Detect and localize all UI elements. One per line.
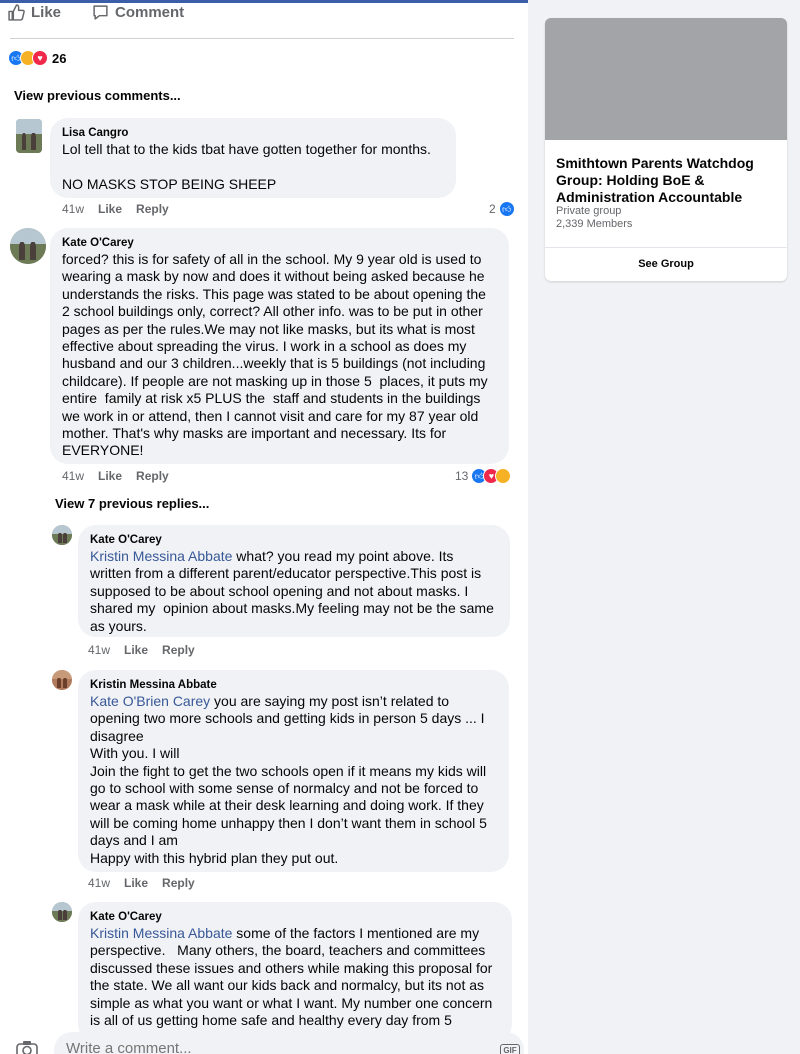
- thumbs-up-icon: [8, 4, 25, 21]
- top-border: [0, 0, 528, 3]
- comment-like-link[interactable]: Like: [98, 469, 122, 483]
- reply-author[interactable]: Kristin Messina Abbate: [90, 678, 497, 692]
- reply-like-link[interactable]: Like: [124, 643, 148, 657]
- post-feed: Like Comment 👍︎ ♥ 26 View previous comme…: [0, 0, 528, 1054]
- avatar[interactable]: [52, 525, 72, 545]
- like-reaction-icon: 👍︎: [498, 201, 515, 217]
- reply-text: Kristin Messina Abbate some of the facto…: [90, 925, 500, 1029]
- reply-author[interactable]: Kate O'Carey: [90, 533, 498, 547]
- comment-time[interactable]: 41w: [62, 469, 84, 483]
- comment-time[interactable]: 41w: [62, 202, 84, 216]
- comment-reaction-count[interactable]: 13 👍︎ ♥: [455, 468, 512, 484]
- reply-meta: 41w Like Reply: [88, 643, 209, 657]
- avatar[interactable]: [10, 228, 46, 264]
- like-label: Like: [31, 4, 62, 21]
- comment-bubble: Kate O'Carey forced? this is for safety …: [50, 228, 509, 464]
- comment-composer: GIF: [10, 1030, 524, 1054]
- comment-icon: [93, 5, 108, 20]
- reply-meta: 41w Like Reply: [88, 876, 209, 890]
- comment-text: Lol tell that to the kids tbat have gott…: [62, 141, 431, 192]
- reaction-count: 26: [52, 50, 67, 66]
- reply-author[interactable]: Kate O'Carey: [90, 910, 500, 924]
- gif-icon[interactable]: GIF: [500, 1044, 520, 1054]
- mention-link[interactable]: Kristin Messina Abbate: [90, 548, 232, 564]
- reply-bubble: Kate O'Carey Kristin Messina Abbate what…: [78, 525, 510, 637]
- comment-label: Comment: [115, 4, 185, 21]
- comment-bubble: Lisa Cangro Lol tell that to the kids tb…: [50, 118, 456, 198]
- comment-author[interactable]: Kate O'Carey: [62, 236, 497, 250]
- avatar[interactable]: [52, 670, 72, 690]
- reply-time[interactable]: 41w: [88, 643, 110, 657]
- group-card: Smithtown Parents Watchdog Group: Holdin…: [545, 18, 787, 281]
- comment-reaction-count[interactable]: 2 👍︎: [489, 201, 515, 217]
- reply-body: you are saying my post isn’t related to …: [90, 693, 487, 866]
- haha-reaction-icon: [495, 468, 512, 484]
- comment-input-container: GIF: [54, 1032, 524, 1054]
- comment-like-link[interactable]: Like: [98, 202, 122, 216]
- comment-meta: 41w Like Reply: [62, 202, 183, 216]
- love-reaction-icon: ♥: [32, 50, 48, 66]
- reply-reply-link[interactable]: Reply: [162, 876, 195, 890]
- comment-author[interactable]: Lisa Cangro: [62, 126, 444, 140]
- reaction-summary[interactable]: 👍︎ ♥ 26: [8, 50, 66, 66]
- comment-reaction-number: 2: [489, 202, 496, 216]
- comment-reply-link[interactable]: Reply: [136, 469, 169, 483]
- group-member-count: 2,339 Members: [556, 218, 633, 230]
- divider: [10, 38, 514, 39]
- comment-text: forced? this is for safety of all in the…: [62, 251, 492, 459]
- reply-text: Kristin Messina Abbate what? you read my…: [90, 548, 498, 635]
- reply-bubble: Kristin Messina Abbate Kate O'Brien Care…: [78, 670, 509, 872]
- comment-button[interactable]: Comment: [92, 4, 184, 21]
- view-previous-replies-link[interactable]: View 7 previous replies...: [55, 496, 209, 511]
- comment-meta: 41w Like Reply: [62, 469, 183, 483]
- mention-link[interactable]: Kristin Messina Abbate: [90, 925, 232, 941]
- camera-icon[interactable]: [16, 1040, 38, 1054]
- comment-input[interactable]: [66, 1040, 446, 1054]
- reply-time[interactable]: 41w: [88, 876, 110, 890]
- reply-bubble: Kate O'Carey Kristin Messina Abbate some…: [78, 902, 512, 1042]
- see-group-button[interactable]: See Group: [545, 248, 787, 281]
- reply-like-link[interactable]: Like: [124, 876, 148, 890]
- like-button[interactable]: Like: [8, 4, 61, 21]
- reply-reply-link[interactable]: Reply: [162, 643, 195, 657]
- comment-reply-link[interactable]: Reply: [136, 202, 169, 216]
- group-name[interactable]: Smithtown Parents Watchdog Group: Holdin…: [556, 155, 780, 206]
- comment-reaction-number: 13: [455, 469, 469, 483]
- avatar[interactable]: [16, 119, 42, 153]
- reply-text: Kate O'Brien Carey you are saying my pos…: [90, 693, 497, 867]
- group-cover-image[interactable]: [545, 18, 787, 140]
- avatar[interactable]: [52, 902, 72, 922]
- view-previous-comments-link[interactable]: View previous comments...: [14, 88, 181, 103]
- group-privacy: Private group: [556, 205, 622, 217]
- mention-link[interactable]: Kate O'Brien Carey: [90, 693, 210, 709]
